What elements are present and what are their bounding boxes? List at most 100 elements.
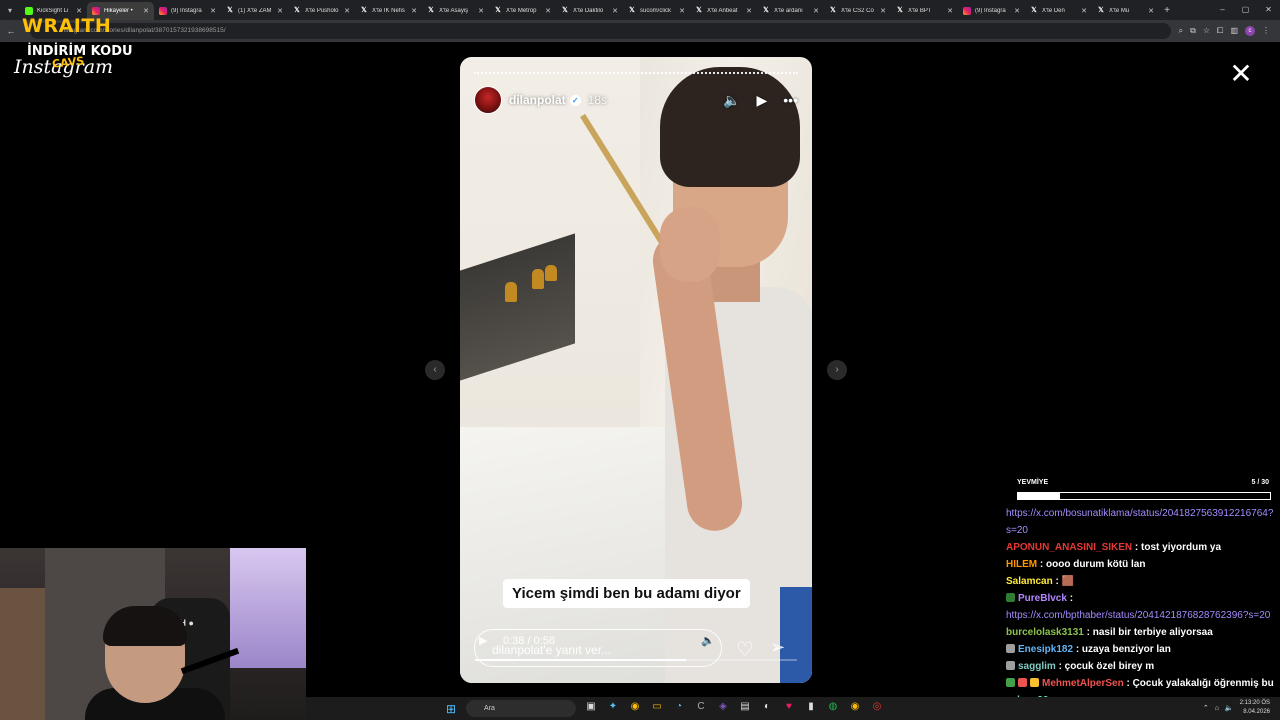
- browser-tab[interactable]: 𝕏 (1) X'te ZAM ✕: [221, 2, 288, 20]
- maximize-icon[interactable]: ▢: [1234, 0, 1257, 20]
- spotify-icon[interactable]: ◍: [826, 701, 840, 712]
- discord-icon[interactable]: ◈: [716, 701, 730, 712]
- new-tab-icon[interactable]: +: [1159, 5, 1175, 16]
- tab-close-icon[interactable]: ✕: [344, 7, 350, 15]
- chat-link[interactable]: https://x.com/bpthaber/status/2041421876…: [1006, 610, 1270, 621]
- chat-message: Enesipk182 : uzaya benziyor lan: [1006, 641, 1276, 658]
- tab-close-icon[interactable]: ✕: [411, 7, 417, 15]
- close-story-icon[interactable]: ✕: [1228, 60, 1254, 88]
- copilot-icon[interactable]: C: [694, 701, 708, 712]
- previous-story-arrow-icon[interactable]: ‹: [425, 360, 445, 380]
- video-play-icon[interactable]: ▶: [479, 634, 487, 647]
- browser-tab[interactable]: 𝕏 X'te Mu ✕: [1092, 2, 1159, 20]
- chat-username[interactable]: HILEM: [1006, 559, 1037, 570]
- chat-username[interactable]: Salamcan: [1006, 576, 1053, 587]
- url-field[interactable]: instagram.com/stories/dilanpolat/3870157…: [30, 23, 1171, 39]
- tab-close-icon[interactable]: ✕: [210, 7, 216, 15]
- story-avatar[interactable]: [474, 86, 502, 114]
- windows-start-icon[interactable]: ⊞: [446, 702, 456, 716]
- reply-input[interactable]: [492, 643, 692, 657]
- browser-tab[interactable]: 𝕏 X'te Metrop ✕: [489, 2, 556, 20]
- app-icon[interactable]: ▮: [804, 701, 818, 712]
- minimize-icon[interactable]: –: [1211, 0, 1234, 20]
- taskbar-search[interactable]: Ara: [466, 700, 576, 717]
- kicksight-icon: [25, 7, 33, 15]
- chat-username[interactable]: PureBlvck: [1018, 593, 1067, 604]
- tab-close-icon[interactable]: ✕: [947, 7, 953, 15]
- story-card[interactable]: dilanpolat ✓ 18s 🔈 ▶ ••• Yicem şimdi ben…: [460, 57, 812, 683]
- browser-tab[interactable]: (9) Instagra ✕: [958, 2, 1025, 20]
- tab-title: X'te ardanı: [774, 8, 803, 14]
- chat-link[interactable]: https://x.com/bosunatiklama/status/20418…: [1006, 508, 1273, 536]
- file-explorer-icon[interactable]: ▭: [650, 701, 664, 712]
- browser-tab[interactable]: 𝕏 X'te Anbeat ✕: [690, 2, 757, 20]
- chat-username[interactable]: Enesipk182: [1018, 644, 1073, 655]
- tab-close-icon[interactable]: ✕: [813, 7, 819, 15]
- like-heart-icon[interactable]: ♡: [736, 637, 754, 662]
- story-photo-vase: [545, 265, 557, 281]
- browser-tab[interactable]: 𝕏 X'te İK Nefis ✕: [355, 2, 422, 20]
- clock-time: 2:13:20 ÖS: [1239, 700, 1270, 706]
- zoom-icon[interactable]: ⌕: [1179, 26, 1183, 36]
- browser-tab[interactable]: 𝕏 X'te BPT ✕: [891, 2, 958, 20]
- browser-tab[interactable]: 𝕏 X'te CS2 Co ✕: [824, 2, 891, 20]
- task-view-icon[interactable]: ▣: [584, 701, 598, 712]
- chat-username[interactable]: APONUN_ANASINI_SIKEN: [1006, 542, 1132, 553]
- browser-tab[interactable]: 𝕏 X'te Daktilo ✕: [556, 2, 623, 20]
- chrome-icon[interactable]: ◉: [628, 701, 642, 712]
- browser-tab[interactable]: (9) Instagra ✕: [154, 2, 221, 20]
- play-icon[interactable]: ▶: [757, 92, 768, 109]
- story-photo-child-hand: [660, 207, 720, 282]
- app-icon[interactable]: ▤: [738, 701, 752, 712]
- network-icon[interactable]: ⌂: [1215, 705, 1219, 712]
- tab-close-icon[interactable]: ✕: [880, 7, 886, 15]
- chat-username[interactable]: MehmetAlperSen: [1042, 678, 1124, 689]
- more-options-icon[interactable]: •••: [783, 92, 798, 108]
- chat-username[interactable]: burcelolask3131: [1006, 627, 1084, 638]
- tray-overflow-icon[interactable]: ⌃: [1203, 704, 1209, 712]
- tab-close-icon[interactable]: ✕: [277, 7, 283, 15]
- app-icon[interactable]: ◐: [760, 701, 774, 712]
- profile-avatar[interactable]: c: [1245, 26, 1255, 36]
- app-icon[interactable]: ♥: [782, 701, 796, 712]
- speaker-icon[interactable]: 🔈: [1225, 704, 1234, 712]
- app-icon[interactable]: ◎: [870, 701, 884, 712]
- chat-text: : 🟫: [1055, 576, 1075, 587]
- tab-close-icon[interactable]: ✕: [746, 7, 752, 15]
- tab-close-icon[interactable]: ✕: [679, 7, 685, 15]
- reply-box[interactable]: ▶ 0:38 / 0:58 🔈: [474, 629, 797, 667]
- volume-icon[interactable]: 🔈: [723, 92, 740, 109]
- tab-close-icon[interactable]: ✕: [143, 7, 149, 15]
- bookmark-star-icon[interactable]: ☆: [1203, 26, 1210, 36]
- send-message-icon[interactable]: ➢: [770, 637, 785, 658]
- browser-tab[interactable]: 𝕏 X'te ardanı ✕: [757, 2, 824, 20]
- cast-icon[interactable]: ⧉: [1190, 26, 1196, 36]
- chrome-icon[interactable]: ◉: [848, 701, 862, 712]
- browser-tab[interactable]: 𝕏 X'te Asayiş ✕: [422, 2, 489, 20]
- chat-username[interactable]: sagglim: [1018, 661, 1056, 672]
- tab-close-icon[interactable]: ✕: [612, 7, 618, 15]
- widgets-icon[interactable]: ✦: [606, 701, 620, 712]
- webcam-feed: WAH ●: [0, 548, 306, 720]
- clock[interactable]: 2:13:20 ÖS 8.04.2026: [1240, 699, 1270, 717]
- tab-close-icon[interactable]: ✕: [478, 7, 484, 15]
- tab-close-icon[interactable]: ✕: [1148, 7, 1154, 15]
- tab-close-icon[interactable]: ✕: [1081, 7, 1087, 15]
- x-icon: 𝕏: [1098, 7, 1104, 14]
- browser-tab[interactable]: 𝕏 X'te Pusholo ✕: [288, 2, 355, 20]
- tab-close-icon[interactable]: ✕: [76, 7, 82, 15]
- tab-close-icon[interactable]: ✕: [545, 7, 551, 15]
- story-username[interactable]: dilanpolat: [509, 93, 566, 107]
- next-story-arrow-icon[interactable]: ›: [827, 360, 847, 380]
- browser-tab[interactable]: 𝕏 X'te Den ✕: [1025, 2, 1092, 20]
- tab-search-menu-icon[interactable]: ▾: [0, 0, 20, 20]
- browser-tab[interactable]: 𝕏sucom/click ✕: [623, 2, 690, 20]
- sidebar-icon[interactable]: ▥: [1230, 26, 1238, 36]
- browser-menu-icon[interactable]: ⋮: [1262, 26, 1270, 36]
- edge-icon[interactable]: ◔: [672, 701, 686, 712]
- extensions-icon[interactable]: ⧠: [1217, 26, 1223, 36]
- video-volume-icon[interactable]: 🔈: [701, 634, 715, 647]
- tab-close-icon[interactable]: ✕: [1014, 7, 1020, 15]
- back-arrow-icon[interactable]: ←: [0, 26, 22, 36]
- window-close-icon[interactable]: ✕: [1257, 0, 1280, 20]
